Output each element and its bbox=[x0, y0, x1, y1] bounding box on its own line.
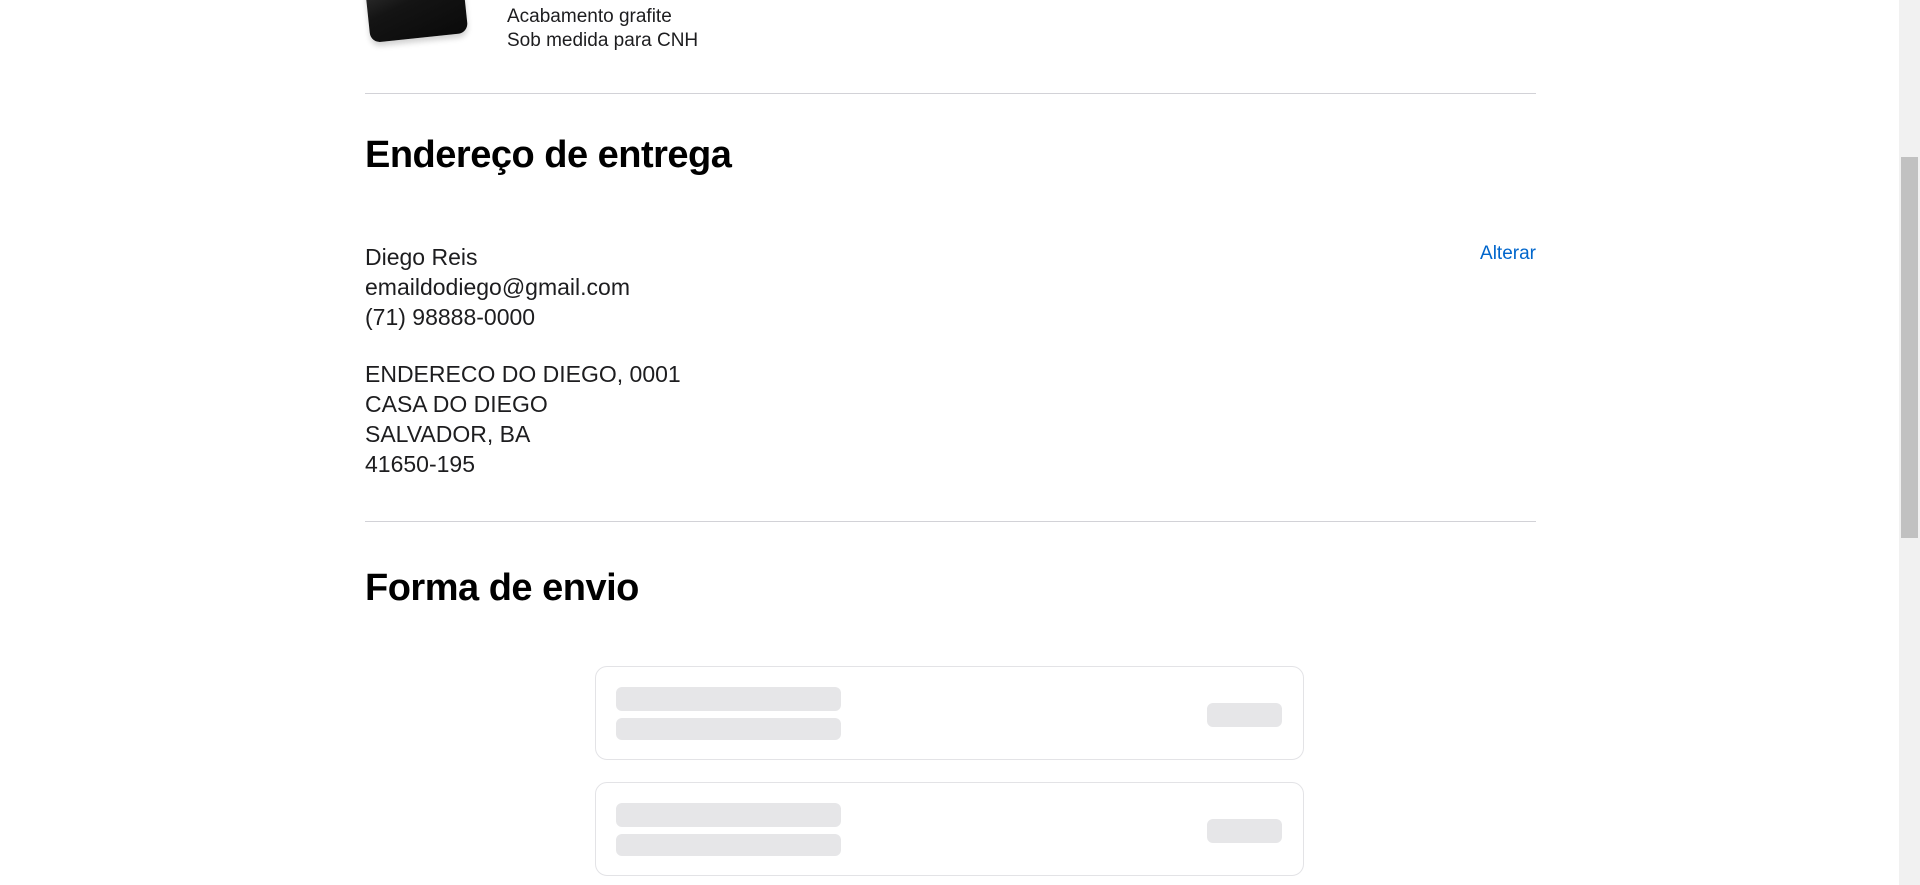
contact-info: Diego Reis emaildodiego@gmail.com (71) 9… bbox=[365, 242, 630, 332]
scrollbar-thumb[interactable] bbox=[1901, 157, 1918, 538]
vertical-scrollbar[interactable] bbox=[1899, 0, 1920, 885]
checkout-content: Acabamento grafite Sob medida para CNH E… bbox=[363, 0, 1536, 882]
product-image bbox=[363, 0, 469, 43]
product-fit-detail: Sob medida para CNH bbox=[507, 30, 699, 51]
skeleton-line bbox=[616, 687, 841, 711]
address-complement: CASA DO DIEGO bbox=[365, 391, 548, 417]
address-city-state: SALVADOR, BA bbox=[365, 421, 531, 447]
skeleton-line bbox=[616, 834, 841, 856]
shipping-method-title: Forma de envio bbox=[365, 567, 639, 609]
product-finish-detail: Acabamento grafite bbox=[507, 6, 672, 27]
delivery-address-section: Endereço de entrega Alterar Diego Reis e… bbox=[365, 94, 1536, 521]
skeleton-line bbox=[616, 718, 841, 740]
skeleton-line bbox=[616, 803, 841, 827]
order-item-summary: Acabamento grafite Sob medida para CNH bbox=[363, 0, 1536, 93]
recipient-name: Diego Reis bbox=[365, 244, 478, 270]
address-postal-code: 41650-195 bbox=[365, 451, 475, 477]
shipping-option-placeholder[interactable] bbox=[595, 782, 1304, 876]
recipient-phone: (71) 98888-0000 bbox=[365, 304, 536, 330]
shipping-option-placeholder[interactable] bbox=[595, 666, 1304, 760]
address-info: ENDERECO DO DIEGO, 0001 CASA DO DIEGO SA… bbox=[365, 359, 681, 479]
shipping-method-section: Forma de envio bbox=[365, 522, 1536, 882]
skeleton-price bbox=[1207, 703, 1282, 727]
skeleton-price bbox=[1207, 819, 1282, 843]
recipient-email: emaildodiego@gmail.com bbox=[365, 274, 630, 300]
delivery-address-title: Endereço de entrega bbox=[365, 134, 732, 176]
checkout-page: Acabamento grafite Sob medida para CNH E… bbox=[0, 0, 1920, 885]
change-address-link[interactable]: Alterar bbox=[1480, 243, 1536, 265]
address-street: ENDERECO DO DIEGO, 0001 bbox=[365, 361, 681, 387]
